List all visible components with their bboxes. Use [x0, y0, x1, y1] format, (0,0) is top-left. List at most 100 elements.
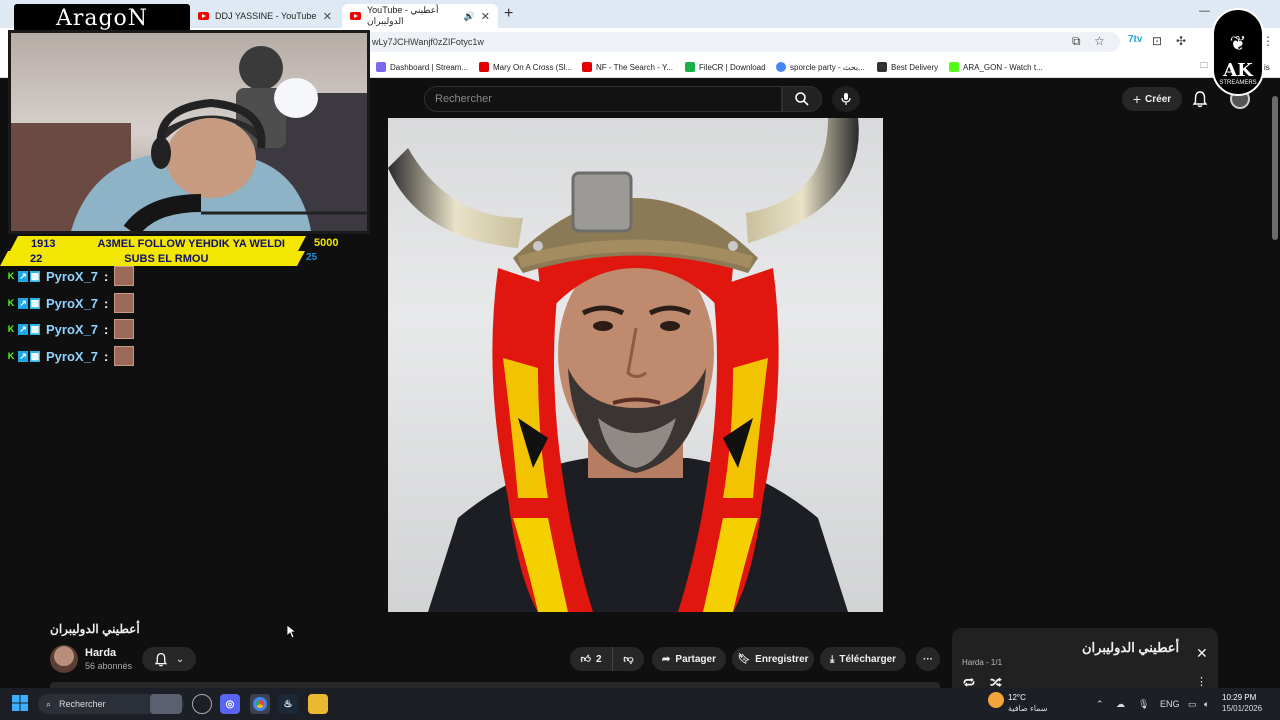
sub-badge-icon: ▦: [30, 270, 40, 282]
discord-icon[interactable]: ◎: [220, 694, 240, 714]
voice-search-button[interactable]: [832, 86, 860, 112]
clock-time[interactable]: 10:29 PM: [1222, 693, 1256, 702]
bell-icon: [154, 652, 168, 666]
microphone-tray-icon[interactable]: 🎙︎: [1138, 699, 1149, 710]
extension-icon[interactable]: 7tv: [1128, 34, 1142, 45]
chat-separator: :: [104, 348, 109, 364]
bookmark-label: sporcle party - بحث...: [790, 62, 865, 72]
taskbar-search-label: Rechercher: [59, 699, 106, 709]
youtube-favicon-icon: [198, 12, 209, 20]
follow-goal-banner: 1913 A3MEL FOLLOW YEHDIK YA WELDI: [10, 236, 306, 251]
follow-text: A3MEL FOLLOW YEHDIK YA WELDI: [97, 237, 285, 250]
chat-emote: [114, 293, 135, 313]
plus-icon: +: [1132, 91, 1142, 107]
clock-date[interactable]: 15/01/2026: [1222, 704, 1262, 713]
bookmark-mary-on-a-cross[interactable]: Mary On A Cross (Sl...: [479, 60, 572, 74]
tab-label: DDJ YASSINE - YouTube: [215, 11, 317, 21]
share-button[interactable]: ➦ Partager: [652, 647, 726, 671]
bookmark-dashboard[interactable]: Dashboard | Stream...: [376, 60, 468, 74]
file-explorer-icon[interactable]: [308, 694, 328, 714]
video-title: أعطيني الدوليبران: [50, 622, 140, 636]
bookmark-filecr[interactable]: FileCR | Download: [685, 60, 766, 74]
bookmark-favicon-icon: [479, 62, 489, 72]
google-favicon-icon: [776, 62, 786, 72]
language-indicator[interactable]: ENG: [1160, 699, 1180, 709]
webcam-person: [11, 46, 367, 231]
channel-avatar[interactable]: [50, 645, 78, 673]
bookmark-nf-the-search[interactable]: NF - The Search - Y...: [582, 60, 673, 74]
scrollbar-thumb[interactable]: [1272, 96, 1278, 240]
more-actions-button[interactable]: ···: [916, 647, 940, 671]
install-app-icon[interactable]: ⧉: [1072, 34, 1081, 49]
tab-label: YouTube - أعطيني الدوليبران: [367, 5, 439, 26]
tab-close-icon[interactable]: ✕: [481, 10, 490, 23]
network-icon[interactable]: ▭: [1188, 699, 1197, 710]
browser-tab-active-video[interactable]: YouTube - أعطيني الدوليبران 🔊 ✕: [342, 4, 498, 28]
dislike-button[interactable]: 👎︎: [612, 647, 644, 671]
weather-description[interactable]: سماء صافية: [1008, 704, 1048, 713]
subscriber-count: 56 abonnés: [85, 661, 133, 671]
bookmarks-overflow[interactable]: is: [1264, 60, 1270, 74]
notifications-bell-icon[interactable]: [1192, 90, 1208, 113]
kick-badge-icon: K: [7, 298, 15, 308]
bookmark-star-icon[interactable]: ☆: [1094, 34, 1105, 48]
folder-icon: 🗀: [1200, 61, 1208, 70]
subs-goal-banner: 22 SUBS EL RMOU: [0, 251, 305, 266]
weather-temperature[interactable]: 12°C: [1008, 693, 1026, 702]
volume-icon[interactable]: 🔈︎: [1204, 699, 1209, 710]
chat-username: PyroX_7: [46, 321, 99, 337]
kick-badge-icon: K: [7, 324, 15, 334]
new-tab-button[interactable]: +: [504, 5, 513, 23]
steam-icon[interactable]: ♨: [278, 694, 298, 714]
like-button[interactable]: 👍︎ 2: [570, 647, 612, 671]
screenshot-extension-icon[interactable]: ⊡: [1152, 34, 1162, 48]
subscription-bell-button[interactable]: ⌄: [142, 647, 196, 671]
share-label: Partager: [675, 653, 716, 665]
bookmark-label: Dashboard | Stream...: [390, 62, 469, 72]
search-input[interactable]: Rechercher: [424, 86, 782, 112]
address-bar[interactable]: wLy7JCHWanjf0zZIFotyc1w: [364, 32, 1120, 52]
chat-separator: :: [104, 321, 109, 337]
copilot-icon[interactable]: [192, 694, 212, 714]
bookmark-label: Mary On A Cross (Sl...: [493, 62, 573, 72]
minimize-window-icon[interactable]: —: [1199, 5, 1210, 17]
search-button[interactable]: [782, 86, 822, 112]
verified-badge-icon: ↗: [18, 323, 28, 335]
create-button[interactable]: + Créer: [1122, 87, 1182, 111]
speaker-icon[interactable]: 🔊: [464, 11, 475, 22]
create-label: Créer: [1145, 93, 1172, 105]
windows-start-icon[interactable]: [12, 695, 28, 716]
bookmark-aragon-kick[interactable]: ARA_GON - Watch t...: [949, 60, 1043, 74]
ak-streamers-logo: ❦ AK STREAMERS: [1212, 8, 1264, 96]
playlist-title[interactable]: أعطيني الدوليبران: [1082, 640, 1179, 656]
search-placeholder: Rechercher: [435, 93, 492, 105]
bookmark-folder[interactable]: 🗀: [1200, 60, 1208, 74]
tray-chevron-up-icon[interactable]: ⌃: [1096, 699, 1104, 710]
bookmark-icon: 🔖︎: [737, 653, 751, 665]
chat-message: K ↗ ▦ PyroX_7 :: [6, 345, 135, 367]
extensions-puzzle-icon[interactable]: ✣: [1176, 34, 1186, 48]
youtube-favicon-icon: [350, 12, 361, 20]
more-horizontal-icon: ···: [923, 653, 933, 665]
browser-tab-ddj-yassine[interactable]: DDJ YASSINE - YouTube ✕: [190, 4, 340, 28]
bookmark-favicon-icon: [685, 62, 695, 72]
search-icon: [795, 92, 809, 106]
video-player[interactable]: [388, 118, 883, 612]
channel-name[interactable]: Harda: [85, 647, 116, 659]
save-button[interactable]: 🔖︎ Enregistrer: [732, 647, 814, 671]
bookmark-best-delivery[interactable]: Best Delivery: [877, 60, 938, 74]
video-frame-portrait: [388, 118, 859, 612]
download-label: Télécharger: [839, 653, 897, 665]
download-button[interactable]: ⤓ Télécharger: [820, 647, 906, 671]
tab-close-icon[interactable]: ✕: [323, 10, 332, 23]
weather-moon-icon: [988, 692, 1004, 708]
bookmark-label: ARA_GON - Watch t...: [963, 62, 1043, 72]
bookmark-sporcle-party[interactable]: sporcle party - بحث...: [776, 60, 865, 74]
follow-goal-value: 5000: [314, 237, 339, 249]
onedrive-cloud-icon[interactable]: ☁: [1116, 699, 1125, 710]
playlist-close-icon[interactable]: ✕: [1196, 645, 1208, 662]
chat-separator: :: [104, 268, 109, 284]
chrome-icon[interactable]: [250, 694, 270, 714]
playlist-more-icon[interactable]: ⋮: [1196, 675, 1207, 688]
chat-message: K ↗ ▦ PyroX_7 :: [6, 318, 135, 340]
